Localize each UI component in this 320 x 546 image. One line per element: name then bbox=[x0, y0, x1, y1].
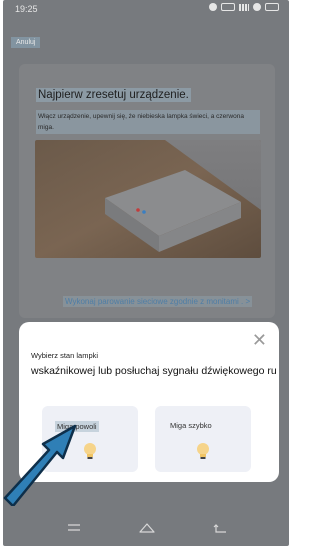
device-photo bbox=[35, 140, 261, 258]
status-time: 19:25 bbox=[15, 4, 38, 14]
option-blink-fast[interactable]: Miga szybko bbox=[155, 406, 251, 472]
option-label: Miga szybko bbox=[170, 421, 212, 430]
bulb-icon bbox=[84, 443, 96, 459]
sheet-prompt-line-2: wskaźnikowej lub posłuchaj sygnału dźwię… bbox=[31, 365, 277, 377]
reset-instructions-card: Najpierw zresetuj urządzenie. Włącz urzą… bbox=[19, 64, 275, 318]
back-icon[interactable] bbox=[213, 522, 227, 534]
bulb-icon bbox=[197, 443, 209, 459]
home-icon[interactable] bbox=[139, 522, 155, 534]
cancel-button[interactable]: Anuluj bbox=[11, 37, 41, 48]
app-screen: 19:25 Anuluj Najpierw zresetuj urządzeni… bbox=[3, 0, 289, 546]
sheet-prompt-line-1: Wybierz stan lampki bbox=[31, 351, 99, 360]
signal-4g-icon bbox=[239, 3, 249, 11]
status-bar: 19:25 bbox=[3, 0, 289, 20]
card-title: Najpierw zresetuj urządzenie. bbox=[36, 88, 191, 102]
pairing-prompt-link[interactable]: Wykonaj parowanie sieciowe zgodnie z mon… bbox=[63, 296, 253, 307]
alarm-icon bbox=[209, 3, 217, 11]
navigation-bar bbox=[3, 512, 289, 546]
status-icons bbox=[209, 3, 279, 11]
message-icon bbox=[221, 3, 235, 11]
close-icon[interactable]: ✕ bbox=[252, 331, 267, 349]
card-description: Włącz urządzenie, upewnij się, że niebie… bbox=[36, 110, 260, 134]
pointer-arrow-icon bbox=[3, 424, 77, 506]
wifi-icon bbox=[253, 3, 261, 11]
battery-icon bbox=[265, 3, 279, 11]
menu-icon[interactable] bbox=[67, 522, 81, 534]
